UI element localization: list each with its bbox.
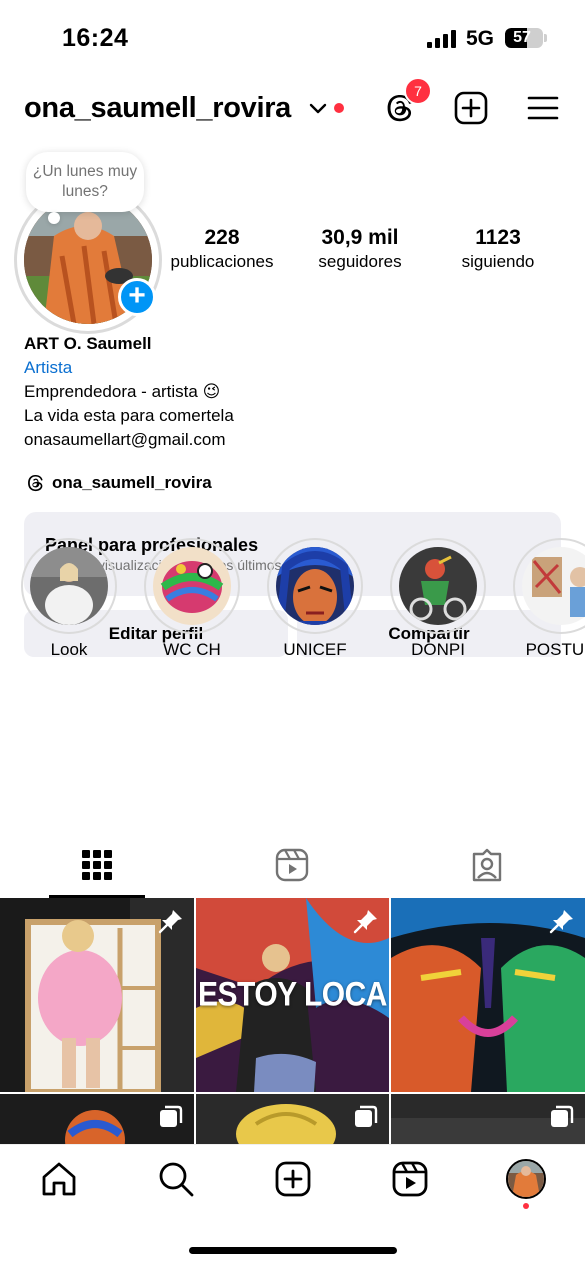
highlight-cover bbox=[522, 547, 585, 625]
reels-nav-icon[interactable] bbox=[390, 1159, 430, 1199]
posts-label: publicaciones bbox=[170, 252, 274, 271]
bottom-nav bbox=[0, 1144, 585, 1266]
profile-tab-avatar[interactable] bbox=[506, 1159, 546, 1199]
unread-dot bbox=[334, 103, 344, 113]
tab-reels[interactable] bbox=[195, 832, 390, 898]
post-tile[interactable] bbox=[0, 898, 194, 1092]
display-name: ART O. Saumell bbox=[24, 334, 152, 353]
carousel-icon bbox=[355, 1105, 378, 1127]
profile-header: ona_saumell_rovira 7 bbox=[0, 77, 585, 140]
account-switcher[interactable]: ona_saumell_rovira bbox=[24, 92, 291, 125]
tab-grid[interactable] bbox=[0, 832, 195, 898]
add-square-icon[interactable] bbox=[453, 90, 489, 126]
signal-icon bbox=[427, 30, 456, 48]
highlight-ring bbox=[267, 538, 363, 634]
highlight-cover bbox=[399, 547, 477, 625]
highlight-label: POSTUR bbox=[525, 640, 585, 659]
stat-following[interactable]: 1123 siguiendo bbox=[438, 226, 558, 274]
stat-posts[interactable]: 228 publicaciones bbox=[162, 226, 282, 274]
reels-icon bbox=[275, 848, 309, 882]
highlight-label: WC CH bbox=[163, 640, 221, 659]
chevron-down-icon[interactable] bbox=[308, 100, 328, 118]
create-icon[interactable] bbox=[273, 1159, 313, 1199]
highlight-donpi[interactable]: DONPI bbox=[390, 538, 486, 660]
pin-icon bbox=[353, 910, 377, 934]
add-story-button[interactable]: + bbox=[118, 278, 156, 316]
posts-grid: ESTOY LOCA bbox=[0, 898, 585, 1144]
note-bubble[interactable]: ¿Un lunes muy lunes? bbox=[26, 152, 144, 212]
menu-icon[interactable] bbox=[525, 90, 561, 126]
highlight-label: UNICEF bbox=[283, 640, 347, 659]
bio-line-1: Emprendedora - artista 😉 bbox=[24, 382, 221, 401]
post-tile[interactable]: ESTOY LOCA bbox=[196, 898, 389, 1092]
highlight-cover bbox=[153, 547, 231, 625]
battery-icon: 57 bbox=[505, 28, 543, 48]
highlight-wc-ch[interactable]: WC CH bbox=[144, 538, 240, 660]
highlight-look[interactable]: Look bbox=[21, 538, 117, 660]
threads-handle: ona_saumell_rovira bbox=[52, 473, 212, 492]
status-bar: 16:24 5G 57 bbox=[0, 0, 585, 78]
highlight-ring bbox=[390, 538, 486, 634]
highlight-ring bbox=[144, 538, 240, 634]
search-icon[interactable] bbox=[156, 1159, 196, 1199]
following-count: 1123 bbox=[475, 226, 521, 249]
home-indicator[interactable] bbox=[189, 1247, 397, 1254]
highlight-cover bbox=[276, 547, 354, 625]
carousel-icon bbox=[160, 1105, 183, 1127]
bio-line-2: La vida esta para comertela bbox=[24, 406, 234, 425]
network-type: 5G bbox=[466, 27, 495, 50]
post-tile[interactable] bbox=[196, 1094, 389, 1144]
pin-icon bbox=[549, 910, 573, 934]
following-label: siguiendo bbox=[461, 252, 535, 271]
highlight-ring bbox=[513, 538, 585, 634]
tagged-icon bbox=[472, 848, 502, 882]
note-bubble-tail bbox=[48, 212, 60, 224]
highlight-cover bbox=[30, 547, 108, 625]
battery-tip bbox=[544, 34, 547, 42]
posts-count: 228 bbox=[204, 226, 240, 249]
story-highlights: Look WC CH UNICEF DONPI POSTU bbox=[0, 536, 585, 666]
carousel-icon bbox=[551, 1105, 574, 1127]
threads-small-icon bbox=[28, 475, 43, 492]
followers-label: seguidores bbox=[318, 252, 402, 271]
notification-badge: 7 bbox=[404, 77, 432, 105]
post-tile[interactable] bbox=[391, 898, 585, 1092]
bio-email[interactable]: onasaumellart@gmail.com bbox=[24, 428, 564, 452]
highlight-label: Look bbox=[50, 640, 88, 659]
post-caption: ESTOY LOCA bbox=[198, 975, 387, 1014]
post-tile[interactable] bbox=[391, 1094, 585, 1144]
stat-followers[interactable]: 30,9 mil seguidores bbox=[300, 226, 420, 274]
highlight-label: DONPI bbox=[411, 640, 465, 659]
highlight-ring bbox=[21, 538, 117, 634]
highlight-unicef[interactable]: UNICEF bbox=[267, 538, 363, 660]
profile-notification-dot bbox=[523, 1203, 529, 1209]
bio: ART O. Saumell Artista Emprendedora - ar… bbox=[24, 332, 564, 452]
status-time: 16:24 bbox=[62, 24, 129, 52]
tab-tagged[interactable] bbox=[390, 832, 585, 898]
category-label: Artista bbox=[24, 358, 73, 377]
highlight-postur[interactable]: POSTUR bbox=[513, 538, 585, 660]
home-icon[interactable] bbox=[39, 1159, 79, 1199]
battery-percent: 57 bbox=[513, 29, 531, 46]
grid-icon bbox=[82, 850, 112, 880]
post-tile[interactable] bbox=[0, 1094, 194, 1144]
profile-tabs bbox=[0, 832, 585, 898]
followers-count: 30,9 mil bbox=[321, 226, 399, 249]
pin-icon bbox=[158, 910, 182, 934]
